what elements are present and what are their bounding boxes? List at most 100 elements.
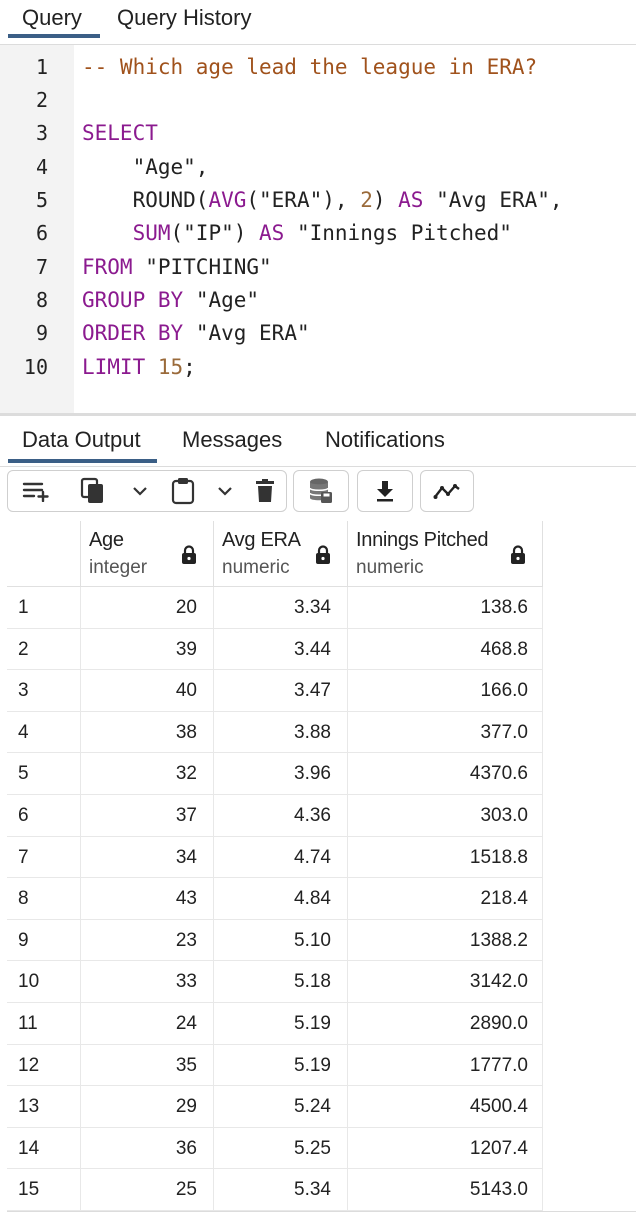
line-number: 10 bbox=[23, 355, 48, 379]
cell-avg-era[interactable]: 5.24 bbox=[214, 1086, 348, 1128]
cell-innings-pitched[interactable]: 2890.0 bbox=[348, 1003, 543, 1045]
table-row[interactable]: 11 24 5.19 2890.0 bbox=[7, 1003, 543, 1045]
tab-query-history[interactable]: Query History bbox=[117, 4, 251, 38]
cell-avg-era[interactable]: 3.44 bbox=[214, 628, 348, 671]
edit-button-group bbox=[7, 470, 287, 512]
cell-avg-era[interactable]: 5.10 bbox=[214, 919, 348, 962]
cell-avg-era[interactable]: 3.47 bbox=[214, 670, 348, 712]
cell-avg-era[interactable]: 4.36 bbox=[214, 795, 348, 837]
cell-age[interactable]: 25 bbox=[81, 1169, 214, 1211]
cell-innings-pitched[interactable]: 377.0 bbox=[348, 711, 543, 754]
table-row[interactable]: 9 23 5.10 1388.2 bbox=[7, 919, 543, 962]
cell-avg-era[interactable]: 3.88 bbox=[214, 711, 348, 754]
tab-notifications[interactable]: Notifications bbox=[325, 426, 445, 462]
cell-age[interactable]: 43 bbox=[81, 878, 214, 920]
table-row[interactable]: 7 34 4.74 1518.8 bbox=[7, 836, 543, 879]
table-row[interactable]: 14 36 5.25 1207.4 bbox=[7, 1127, 543, 1170]
paste-icon[interactable] bbox=[158, 471, 208, 511]
table-row[interactable]: 2 39 3.44 468.8 bbox=[7, 628, 543, 671]
code-line: SUM("IP") AS "Innings Pitched" bbox=[82, 217, 512, 250]
cell-age[interactable]: 34 bbox=[81, 836, 214, 879]
cell-age[interactable]: 40 bbox=[81, 670, 214, 712]
cell-innings-pitched[interactable]: 1777.0 bbox=[348, 1044, 543, 1087]
table-row[interactable]: 8 43 4.84 218.4 bbox=[7, 878, 543, 920]
cell-avg-era[interactable]: 5.19 bbox=[214, 1003, 348, 1045]
column-header-age[interactable]: Age integer bbox=[81, 521, 214, 587]
cell-avg-era[interactable]: 5.25 bbox=[214, 1127, 348, 1170]
row-number: 6 bbox=[7, 795, 81, 837]
cell-innings-pitched[interactable]: 3142.0 bbox=[348, 961, 543, 1003]
cell-innings-pitched[interactable]: 4500.4 bbox=[348, 1086, 543, 1128]
code-line: ROUND(AVG("ERA"), 2) AS "Avg ERA", bbox=[82, 184, 563, 217]
cell-innings-pitched[interactable]: 5143.0 bbox=[348, 1169, 543, 1211]
cell-age[interactable]: 35 bbox=[81, 1044, 214, 1087]
cell-innings-pitched[interactable]: 138.6 bbox=[348, 587, 543, 629]
table-row[interactable]: 15 25 5.34 5143.0 bbox=[7, 1169, 543, 1211]
row-number: 10 bbox=[7, 961, 81, 1003]
table-row[interactable]: 13 29 5.24 4500.4 bbox=[7, 1086, 543, 1128]
table-row[interactable]: 12 35 5.19 1777.0 bbox=[7, 1044, 543, 1087]
cell-innings-pitched[interactable]: 1388.2 bbox=[348, 919, 543, 962]
column-type: integer bbox=[89, 557, 148, 578]
cell-age[interactable]: 36 bbox=[81, 1127, 214, 1170]
cell-innings-pitched[interactable]: 1518.8 bbox=[348, 836, 543, 879]
save-data-icon bbox=[308, 477, 334, 505]
cell-avg-era[interactable]: 5.34 bbox=[214, 1169, 348, 1211]
cell-age[interactable]: 20 bbox=[81, 587, 214, 629]
cell-age[interactable]: 38 bbox=[81, 711, 214, 754]
table-row[interactable]: 6 37 4.36 303.0 bbox=[7, 795, 543, 837]
sql-alias: "Avg ERA", bbox=[436, 188, 563, 212]
sql-keyword: AS bbox=[398, 188, 424, 212]
cell-innings-pitched[interactable]: 4370.6 bbox=[348, 753, 543, 795]
cell-age[interactable]: 29 bbox=[81, 1086, 214, 1128]
save-data-button[interactable] bbox=[293, 470, 349, 512]
cell-avg-era[interactable]: 3.96 bbox=[214, 753, 348, 795]
column-header-innings-pitched[interactable]: Innings Pitched numeric bbox=[348, 521, 543, 587]
table-row[interactable]: 3 40 3.47 166.0 bbox=[7, 670, 543, 712]
tab-data-output[interactable]: Data Output bbox=[8, 426, 157, 463]
lock-icon bbox=[181, 545, 197, 570]
cell-innings-pitched[interactable]: 218.4 bbox=[348, 878, 543, 920]
delete-icon[interactable] bbox=[242, 471, 288, 511]
cell-innings-pitched[interactable]: 303.0 bbox=[348, 795, 543, 837]
code-line: FROM "PITCHING" bbox=[82, 251, 272, 284]
cell-avg-era[interactable]: 4.84 bbox=[214, 878, 348, 920]
chevron-down-icon[interactable] bbox=[208, 471, 242, 511]
table-row[interactable]: 5 32 3.96 4370.6 bbox=[7, 753, 543, 795]
sql-editor[interactable]: 1 2 3 4 5 6 7 8 9 10 -- Which age lead t… bbox=[0, 45, 636, 413]
cell-age[interactable]: 24 bbox=[81, 1003, 214, 1045]
table-row[interactable]: 1 20 3.34 138.6 bbox=[7, 587, 543, 629]
table-row[interactable]: 4 38 3.88 377.0 bbox=[7, 711, 543, 754]
copy-icon[interactable] bbox=[64, 471, 122, 511]
tab-query[interactable]: Query bbox=[8, 4, 100, 38]
cell-avg-era[interactable]: 3.34 bbox=[214, 587, 348, 629]
row-number-header bbox=[7, 521, 81, 587]
cell-age[interactable]: 33 bbox=[81, 961, 214, 1003]
row-number: 11 bbox=[7, 1003, 81, 1045]
graph-visualiser-button[interactable] bbox=[420, 470, 474, 512]
cell-avg-era[interactable]: 5.18 bbox=[214, 961, 348, 1003]
row-number: 8 bbox=[7, 878, 81, 920]
table-row[interactable]: 10 33 5.18 3142.0 bbox=[7, 961, 543, 1003]
cell-avg-era[interactable]: 5.19 bbox=[214, 1044, 348, 1087]
row-number: 1 bbox=[7, 587, 81, 629]
chevron-down-icon[interactable] bbox=[122, 471, 158, 511]
cell-innings-pitched[interactable]: 468.8 bbox=[348, 628, 543, 671]
tab-messages[interactable]: Messages bbox=[182, 426, 282, 462]
download-button[interactable] bbox=[357, 470, 413, 512]
column-header-avg-era[interactable]: Avg ERA numeric bbox=[214, 521, 348, 587]
line-number: 3 bbox=[35, 121, 48, 145]
cell-age[interactable]: 23 bbox=[81, 919, 214, 962]
cell-age[interactable]: 37 bbox=[81, 795, 214, 837]
data-output-toolbar bbox=[0, 467, 636, 521]
add-row-icon[interactable] bbox=[8, 471, 64, 511]
line-number: 1 bbox=[35, 55, 48, 79]
sql-identifier: "PITCHING" bbox=[145, 255, 272, 279]
cell-age[interactable]: 39 bbox=[81, 628, 214, 671]
cell-innings-pitched[interactable]: 1207.4 bbox=[348, 1127, 543, 1170]
sql-keyword: LIMIT bbox=[82, 355, 146, 379]
cell-avg-era[interactable]: 4.74 bbox=[214, 836, 348, 879]
code-line: GROUP BY "Age" bbox=[82, 284, 259, 317]
cell-age[interactable]: 32 bbox=[81, 753, 214, 795]
cell-innings-pitched[interactable]: 166.0 bbox=[348, 670, 543, 712]
